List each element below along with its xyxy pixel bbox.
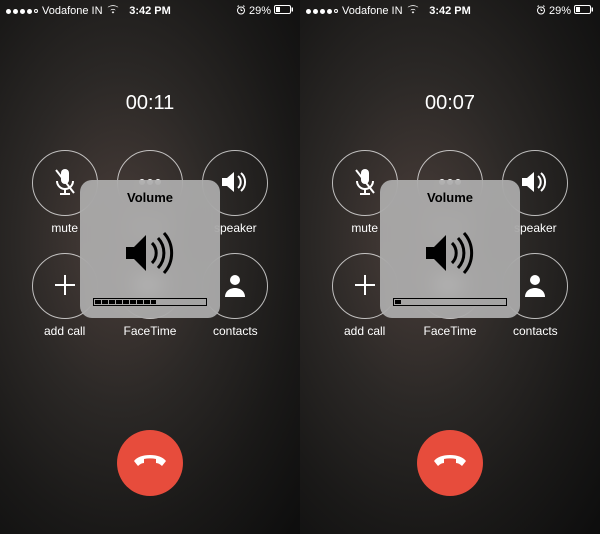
alarm-icon (536, 5, 546, 18)
wifi-icon (407, 5, 419, 17)
mic-off-icon (52, 167, 78, 200)
person-icon (523, 272, 547, 301)
signal-dots-icon (6, 9, 38, 14)
status-bar: Vodafone IN 3:42 PM 29% (0, 3, 300, 19)
carrier-label: Vodafone IN (342, 5, 403, 17)
volume-hud-title: Volume (427, 190, 473, 205)
contacts-label: contacts (213, 324, 258, 338)
alarm-icon (236, 5, 246, 18)
facetime-label: FaceTime (124, 324, 177, 338)
clock-label: 3:42 PM (429, 5, 471, 17)
volume-hud: Volume (80, 180, 220, 318)
addcall-label: add call (344, 324, 385, 338)
volume-level-bar (93, 298, 207, 306)
status-bar: Vodafone IN 3:42 PM 29% (300, 3, 600, 19)
phone-hangup-icon (133, 454, 167, 473)
mute-label: mute (351, 221, 378, 235)
facetime-label: FaceTime (424, 324, 477, 338)
mute-label: mute (51, 221, 78, 235)
speaker-icon (520, 170, 550, 197)
carrier-label: Vodafone IN (42, 5, 103, 17)
call-duration: 00:07 (300, 92, 600, 115)
end-call-button[interactable] (417, 430, 483, 496)
signal-dots-icon (306, 9, 338, 14)
addcall-label: add call (44, 324, 85, 338)
speaker-label: speaker (514, 221, 557, 235)
clock-label: 3:42 PM (129, 5, 171, 17)
mic-off-icon (352, 167, 378, 200)
speaker-label: speaker (214, 221, 257, 235)
wifi-icon (107, 5, 119, 17)
call-duration: 00:11 (0, 92, 300, 115)
speaker-icon (220, 170, 250, 197)
plus-icon (352, 272, 378, 301)
volume-hud-title: Volume (127, 190, 173, 205)
battery-icon (574, 5, 594, 17)
volume-level-bar (393, 298, 507, 306)
phone-screen-right: Vodafone IN 3:42 PM 29% 00:07 mute (300, 0, 600, 534)
battery-icon (274, 5, 294, 17)
volume-hud: Volume (380, 180, 520, 318)
end-call-button[interactable] (117, 430, 183, 496)
battery-pct-label: 29% (249, 5, 271, 17)
plus-icon (52, 272, 78, 301)
volume-icon (422, 213, 478, 292)
volume-icon (122, 213, 178, 292)
phone-screen-left: Vodafone IN 3:42 PM 29% 00:11 mute (0, 0, 300, 534)
battery-pct-label: 29% (549, 5, 571, 17)
person-icon (223, 272, 247, 301)
phone-hangup-icon (433, 454, 467, 473)
contacts-label: contacts (513, 324, 558, 338)
